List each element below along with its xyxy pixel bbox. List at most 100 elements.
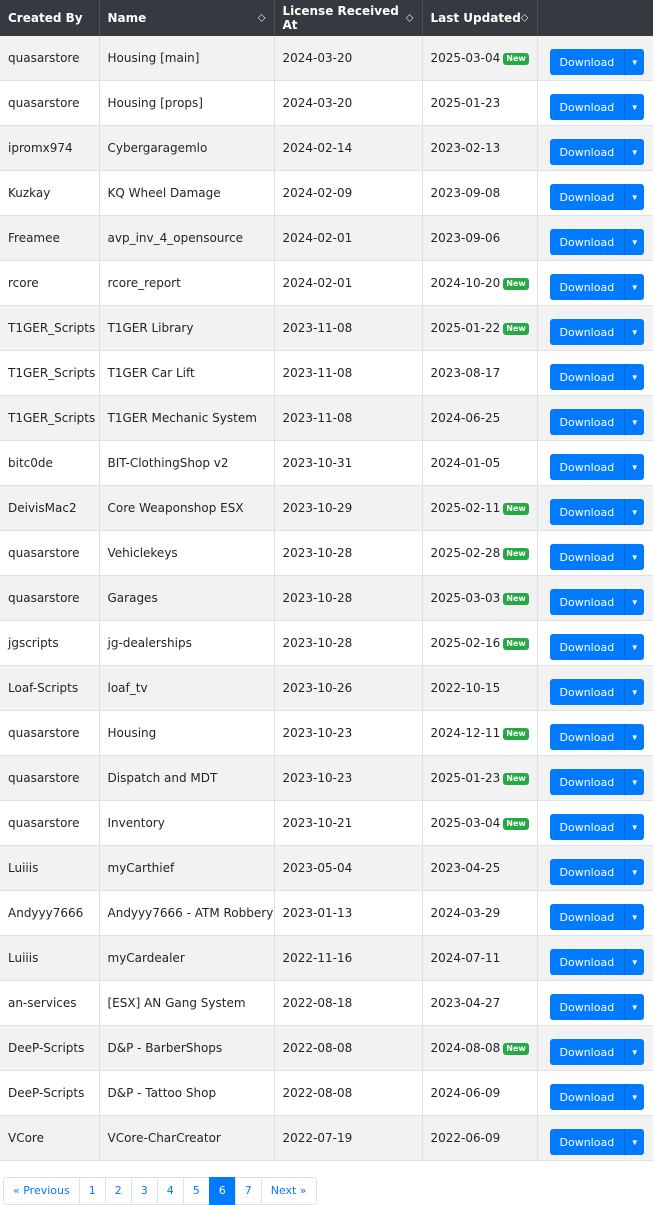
download-button[interactable]: Download bbox=[550, 409, 625, 435]
download-dropdown-toggle[interactable]: ▼ bbox=[624, 814, 644, 840]
download-dropdown-toggle[interactable]: ▼ bbox=[624, 319, 644, 345]
download-dropdown-toggle[interactable]: ▼ bbox=[624, 364, 644, 390]
table-row: jgscripts jg-dealerships 2023-10-28 2025… bbox=[0, 621, 653, 666]
col-last-updated[interactable]: Last Updated◇ bbox=[422, 0, 537, 36]
download-dropdown-toggle[interactable]: ▼ bbox=[624, 994, 644, 1020]
table-row: Freamee avp_inv_4_opensource 2024-02-01 … bbox=[0, 216, 653, 261]
download-dropdown-toggle[interactable]: ▼ bbox=[624, 724, 644, 750]
cell-received: 2023-10-29 bbox=[274, 486, 422, 531]
col-created-by[interactable]: Created By bbox=[0, 0, 99, 36]
download-dropdown-toggle[interactable]: ▼ bbox=[624, 49, 644, 75]
download-dropdown-toggle[interactable]: ▼ bbox=[624, 139, 644, 165]
download-button[interactable]: Download bbox=[550, 94, 625, 120]
cell-updated: 2024-10-20New bbox=[422, 261, 537, 306]
cell-updated: 2024-06-09 bbox=[422, 1071, 537, 1116]
new-badge: New bbox=[503, 728, 529, 740]
col-license-received[interactable]: License Received At◇ bbox=[274, 0, 422, 36]
download-dropdown-toggle[interactable]: ▼ bbox=[624, 94, 644, 120]
download-button-group: Download ▼ bbox=[550, 184, 653, 210]
download-button[interactable]: Download bbox=[550, 589, 625, 615]
download-button[interactable]: Download bbox=[550, 1129, 625, 1155]
cell-actions: Download ▼ bbox=[537, 1116, 653, 1161]
cell-updated: 2024-03-29 bbox=[422, 891, 537, 936]
cell-actions: Download ▼ bbox=[537, 36, 653, 81]
cell-name: Cybergaragemlo bbox=[99, 126, 274, 171]
download-button[interactable]: Download bbox=[550, 139, 625, 165]
download-button[interactable]: Download bbox=[550, 319, 625, 345]
cell-name: myCardealer bbox=[99, 936, 274, 981]
download-button-group: Download ▼ bbox=[550, 139, 653, 165]
download-button[interactable]: Download bbox=[550, 49, 625, 75]
table-row: ipromx974 Cybergaragemlo 2024-02-14 2023… bbox=[0, 126, 653, 171]
download-button[interactable]: Download bbox=[550, 544, 625, 570]
caret-down-icon: ▼ bbox=[631, 913, 639, 922]
download-button[interactable]: Download bbox=[550, 904, 625, 930]
download-dropdown-toggle[interactable]: ▼ bbox=[624, 949, 644, 975]
download-dropdown-toggle[interactable]: ▼ bbox=[624, 859, 644, 885]
download-button[interactable]: Download bbox=[550, 229, 625, 255]
cell-creator: Kuzkay bbox=[0, 171, 99, 216]
download-button[interactable]: Download bbox=[550, 1084, 625, 1110]
download-dropdown-toggle[interactable]: ▼ bbox=[624, 409, 644, 435]
download-dropdown-toggle[interactable]: ▼ bbox=[624, 274, 644, 300]
cell-updated: 2025-03-03New bbox=[422, 576, 537, 621]
col-name[interactable]: Name◇ bbox=[99, 0, 274, 36]
caret-down-icon: ▼ bbox=[631, 598, 639, 607]
pagination-next[interactable]: Next » bbox=[261, 1177, 317, 1205]
download-button[interactable]: Download bbox=[550, 499, 625, 525]
cell-creator: Loaf-Scripts bbox=[0, 666, 99, 711]
download-button[interactable]: Download bbox=[550, 994, 625, 1020]
download-button-group: Download ▼ bbox=[550, 454, 653, 480]
download-dropdown-toggle[interactable]: ▼ bbox=[624, 589, 644, 615]
cell-received: 2023-10-23 bbox=[274, 711, 422, 756]
download-dropdown-toggle[interactable]: ▼ bbox=[624, 229, 644, 255]
pagination-page-1[interactable]: 1 bbox=[79, 1177, 106, 1205]
new-badge: New bbox=[503, 278, 529, 290]
pagination-previous[interactable]: « Previous bbox=[3, 1177, 80, 1205]
download-button[interactable]: Download bbox=[550, 859, 625, 885]
download-dropdown-toggle[interactable]: ▼ bbox=[624, 499, 644, 525]
download-dropdown-toggle[interactable]: ▼ bbox=[624, 1039, 644, 1065]
cell-updated: 2023-04-25 bbox=[422, 846, 537, 891]
cell-updated: 2025-03-04New bbox=[422, 36, 537, 81]
download-button[interactable]: Download bbox=[550, 949, 625, 975]
pagination-page-6[interactable]: 6 bbox=[209, 1177, 236, 1205]
download-button[interactable]: Download bbox=[550, 679, 625, 705]
pagination-page-3[interactable]: 3 bbox=[131, 1177, 158, 1205]
download-button[interactable]: Download bbox=[550, 634, 625, 660]
download-button[interactable]: Download bbox=[550, 274, 625, 300]
cell-actions: Download ▼ bbox=[537, 666, 653, 711]
download-dropdown-toggle[interactable]: ▼ bbox=[624, 184, 644, 210]
download-button[interactable]: Download bbox=[550, 814, 625, 840]
cell-received: 2023-10-28 bbox=[274, 531, 422, 576]
download-dropdown-toggle[interactable]: ▼ bbox=[624, 679, 644, 705]
pagination-page-5[interactable]: 5 bbox=[183, 1177, 210, 1205]
download-button[interactable]: Download bbox=[550, 1039, 625, 1065]
cell-creator: ipromx974 bbox=[0, 126, 99, 171]
download-button[interactable]: Download bbox=[550, 769, 625, 795]
download-dropdown-toggle[interactable]: ▼ bbox=[624, 1129, 644, 1155]
download-button[interactable]: Download bbox=[550, 724, 625, 750]
download-button[interactable]: Download bbox=[550, 364, 625, 390]
download-button[interactable]: Download bbox=[550, 454, 625, 480]
download-dropdown-toggle[interactable]: ▼ bbox=[624, 769, 644, 795]
download-dropdown-toggle[interactable]: ▼ bbox=[624, 904, 644, 930]
pagination-page-4[interactable]: 4 bbox=[157, 1177, 184, 1205]
download-dropdown-toggle[interactable]: ▼ bbox=[624, 454, 644, 480]
cell-creator: T1GER_Scripts bbox=[0, 306, 99, 351]
pagination-page-7[interactable]: 7 bbox=[235, 1177, 262, 1205]
table-row: quasarstore Inventory 2023-10-21 2025-03… bbox=[0, 801, 653, 846]
download-dropdown-toggle[interactable]: ▼ bbox=[624, 634, 644, 660]
cell-received: 2023-10-21 bbox=[274, 801, 422, 846]
pagination-page-2[interactable]: 2 bbox=[105, 1177, 132, 1205]
caret-down-icon: ▼ bbox=[631, 1138, 639, 1147]
cell-name: myCarthief bbox=[99, 846, 274, 891]
cell-actions: Download ▼ bbox=[537, 396, 653, 441]
download-dropdown-toggle[interactable]: ▼ bbox=[624, 544, 644, 570]
cell-actions: Download ▼ bbox=[537, 621, 653, 666]
table-row: VCore VCore-CharCreator 2022-07-19 2022-… bbox=[0, 1116, 653, 1161]
download-button[interactable]: Download bbox=[550, 184, 625, 210]
download-dropdown-toggle[interactable]: ▼ bbox=[624, 1084, 644, 1110]
cell-creator: quasarstore bbox=[0, 36, 99, 81]
cell-creator: rcore bbox=[0, 261, 99, 306]
